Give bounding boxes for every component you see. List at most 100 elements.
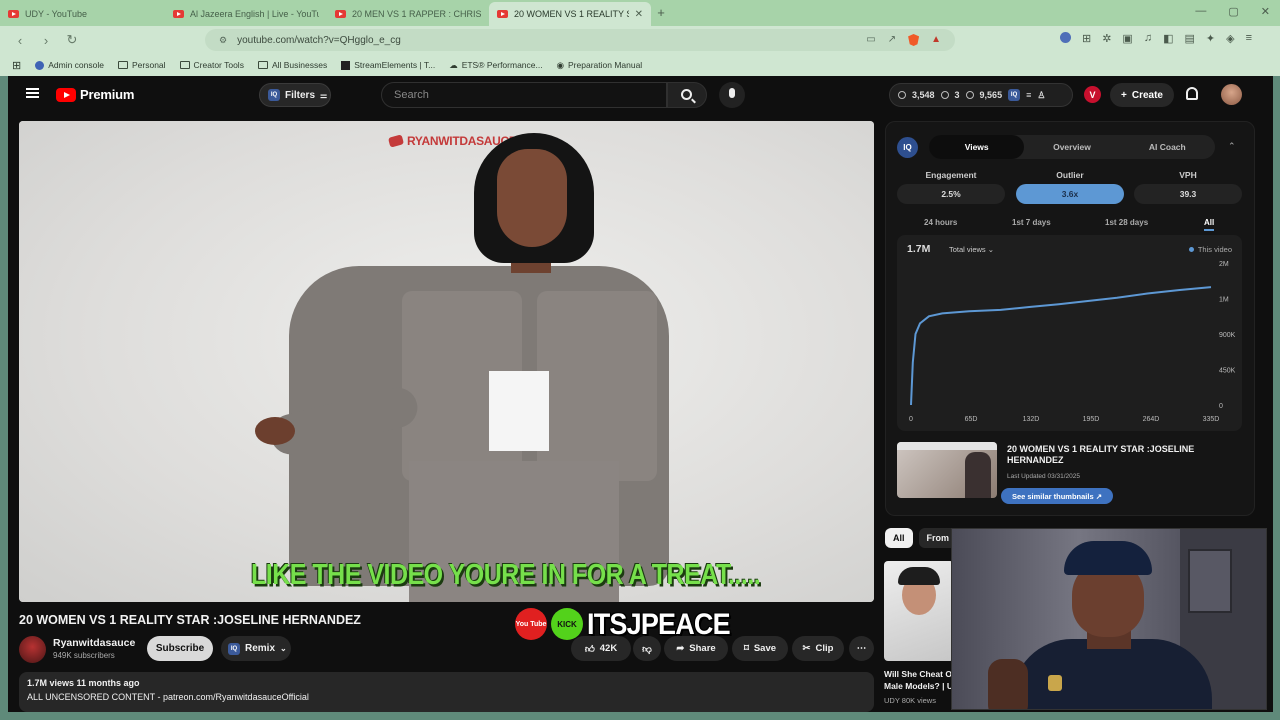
wallet-icon[interactable]: ▤ <box>1184 32 1194 45</box>
bookmark-preparation-manual[interactable]: ◉ Preparation Manual <box>557 60 643 71</box>
browser-tab-active[interactable]: 20 WOMEN VS 1 REALITY STAR : ✕ <box>489 2 651 26</box>
browser-tab[interactable]: Al Jazeera English | Live - YouTub <box>165 2 327 26</box>
range-all[interactable]: All <box>1204 218 1215 231</box>
voice-search-button[interactable] <box>719 82 745 108</box>
related-thumbnail[interactable] <box>897 442 997 498</box>
streamer-name: ITSJPEACE <box>587 606 731 640</box>
badge-icon: ♙ <box>1037 89 1046 100</box>
metric-outlier[interactable]: 3.6x <box>1016 184 1124 204</box>
collapse-chevron-icon[interactable]: ⌃ <box>1228 141 1236 152</box>
tab-views[interactable]: Views <box>929 135 1025 159</box>
reload-icon[interactable]: ↻ <box>64 32 80 48</box>
logo-text: Premium <box>80 87 135 102</box>
back-icon[interactable]: ‹ <box>12 33 28 48</box>
description-box[interactable]: 1.7M views 11 months ago ALL UNCENSORED … <box>19 672 874 712</box>
range-24-hours[interactable]: 24 hours <box>924 218 957 227</box>
video-person-shirt <box>489 371 549 451</box>
chip-all[interactable]: All <box>885 528 913 548</box>
forward-icon[interactable]: › <box>38 33 54 48</box>
channel-name[interactable]: Ryanwitdasauce <box>53 637 135 649</box>
bookmark-admin-console[interactable]: Admin console <box>35 60 104 70</box>
site-info-icon[interactable]: ⚙ <box>219 35 227 46</box>
account-avatar[interactable] <box>1221 84 1242 105</box>
url-field[interactable]: ⚙ youtube.com/watch?v=QHgglo_e_cg ▭ ↗ ▲ <box>205 29 955 51</box>
extension-icon[interactable]: ▣ <box>1122 32 1132 45</box>
create-button[interactable]: + Create <box>1110 83 1174 107</box>
cast-icon[interactable]: ▭ <box>866 34 875 46</box>
close-icon[interactable]: ✕ <box>635 9 643 20</box>
thumbs-up-icon: 👍︎ <box>584 643 595 655</box>
bookmark-streamelements[interactable]: StreamElements | T... <box>341 60 435 70</box>
admin-console-icon <box>35 60 45 70</box>
puzzle-icon[interactable]: ✲ <box>1102 32 1111 45</box>
notifications-bell-icon[interactable] <box>1186 87 1198 100</box>
iq-icon: IQ <box>228 642 240 655</box>
youtube-header: Premium IQ Filters ⚌ Search 3,548 3 9,56… <box>8 76 1273 114</box>
iq-icon: IQ <box>268 89 280 101</box>
filters-button[interactable]: IQ Filters ⚌ <box>259 83 331 107</box>
shirt-logo <box>1048 675 1062 691</box>
new-tab-button[interactable]: + <box>651 2 671 26</box>
ai-icon[interactable]: ✦ <box>1206 32 1215 45</box>
globe-icon: ◉ <box>556 59 565 70</box>
save-button[interactable]: ⌑ Save <box>732 636 788 661</box>
search-input[interactable]: Search <box>381 82 667 108</box>
rewards-icon[interactable]: ▲ <box>931 34 941 46</box>
extension-icon[interactable] <box>1059 32 1071 43</box>
clip-button[interactable]: ✂ Clip <box>792 636 844 661</box>
y-tick-label: 2M <box>1219 261 1229 268</box>
metric-engagement[interactable]: 2.5% <box>897 184 1005 204</box>
brave-shield-icon[interactable] <box>908 34 920 46</box>
sidebar-icon[interactable]: ◧ <box>1163 32 1173 45</box>
extension-v-icon[interactable]: V <box>1084 86 1101 103</box>
video-person-pocket <box>537 291 657 481</box>
x-tick-label: 264D <box>1143 416 1160 423</box>
extension-icon[interactable]: ⊞ <box>1082 32 1091 45</box>
range-7-days[interactable]: 1st 7 days <box>1012 218 1051 227</box>
see-similar-thumbnails-button[interactable]: See similar thumbnails ↗ <box>1001 488 1113 504</box>
eye-icon <box>940 91 949 99</box>
music-icon[interactable]: ♫ <box>1144 32 1152 45</box>
bookmark-creator-tools[interactable]: Creator Tools <box>179 60 244 70</box>
bookmark-ets[interactable]: ☁ ETS® Performance... <box>449 60 542 71</box>
close-window-icon[interactable]: ✕ <box>1261 5 1270 18</box>
search-button[interactable] <box>667 82 707 108</box>
youtube-logo[interactable]: Premium <box>56 87 134 102</box>
recommended-title[interactable]: Will She Cheat O Male Models? | U <box>884 668 956 692</box>
subscribe-button[interactable]: Subscribe <box>147 636 213 661</box>
apps-grid-icon[interactable]: ⊞ <box>12 59 21 72</box>
vpn-icon[interactable]: ◈ <box>1226 32 1234 45</box>
tab-overview[interactable]: Overview <box>1024 135 1119 159</box>
share-icon[interactable]: ↗ <box>888 34 896 46</box>
channel-avatar[interactable] <box>19 636 46 663</box>
tab-ai-coach[interactable]: AI Coach <box>1120 135 1215 159</box>
streamelements-icon <box>341 60 351 70</box>
metric-label: Outlier <box>1056 170 1084 180</box>
recommended-thumbnail[interactable] <box>884 561 954 661</box>
panel-tabs: Views Overview AI Coach <box>929 135 1215 159</box>
description-text: ALL UNCENSORED CONTENT - patreon.com/Rya… <box>27 692 309 702</box>
y-tick-label: 450K <box>1219 368 1236 375</box>
vidiq-panel: IQ Views Overview AI Coach ⌃ Engagement … <box>885 121 1255 516</box>
metric-vph[interactable]: 39.3 <box>1134 184 1242 204</box>
hamburger-menu-icon[interactable] <box>26 88 39 98</box>
maximize-icon[interactable]: ▢ <box>1228 5 1238 18</box>
browser-tab[interactable]: UDY - YouTube <box>0 2 165 26</box>
youtube-favicon-icon <box>335 10 346 18</box>
ets-icon: ☁ <box>449 59 458 70</box>
minimize-icon[interactable]: — <box>1195 5 1206 18</box>
more-actions-button[interactable]: ⋯ <box>849 636 874 661</box>
bookmark-personal[interactable]: Personal <box>117 60 166 70</box>
plus-icon: + <box>1121 89 1127 101</box>
menu-icon[interactable]: ≡ <box>1246 32 1252 45</box>
related-updated-date: Last Updated 03/31/2025 <box>1007 473 1081 480</box>
remix-button[interactable]: IQ Remix ⌄ <box>221 636 291 661</box>
sliders-icon: ⚌ <box>320 90 328 100</box>
thumbnail-person <box>965 452 991 498</box>
views-chart-card: 1.7M Total views ⌄ This video 2M 1M 900K 45… <box>897 235 1242 431</box>
vidiq-stats[interactable]: 3,548 3 9,565 IQ ≡ ♙ <box>889 83 1073 107</box>
bookmark-all-businesses[interactable]: All Businesses <box>257 60 327 70</box>
browser-tab[interactable]: 20 MEN VS 1 RAPPER : CHRISEAN R <box>327 2 489 26</box>
range-28-days[interactable]: 1st 28 days <box>1105 218 1148 227</box>
video-player[interactable]: RYANWITDASAUCE LIKE THE VIDEO YOURE IN F… <box>19 121 874 602</box>
